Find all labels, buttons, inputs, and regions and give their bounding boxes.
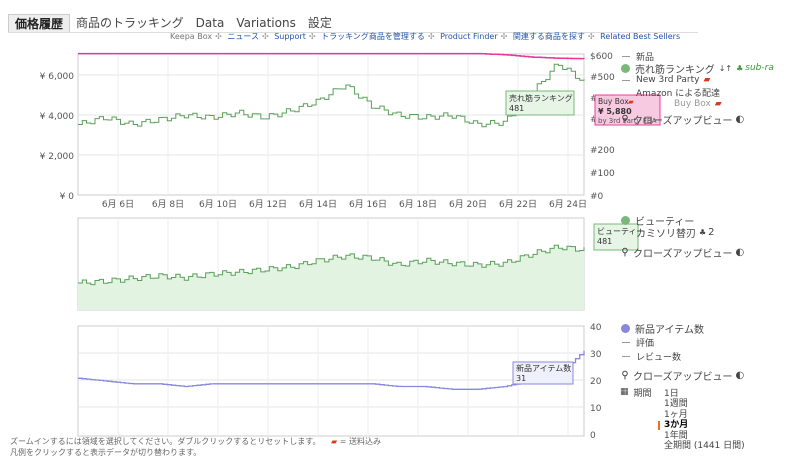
truck-icon: ▰ (331, 437, 338, 446)
right-tick: 0 (590, 431, 596, 441)
x-tick: 6月 20日 (449, 199, 487, 210)
closeup-view-2[interactable]: ⚲ クローズアップビュー ◐ (620, 246, 745, 260)
toggle-icon: ◐ (735, 113, 745, 125)
right-tick: 10 (590, 404, 602, 414)
sort-icon: ↓↑ (718, 63, 733, 73)
truck-icon: ▰ (703, 75, 711, 85)
legend-help-text: 凡例をクリックすると表示データが切り替わります。 (10, 448, 202, 457)
legend-razor[interactable]: カミソリ替刃 ♣ 2 (620, 226, 744, 240)
x-tick: 6月 8日 (152, 199, 184, 210)
offer-tooltip: 新品アイテム数 31 (512, 361, 574, 385)
x-tick: 6月 16日 (349, 199, 387, 210)
tab-price-history[interactable]: 価格履歴 (8, 14, 71, 32)
right-tick: #200 (590, 146, 615, 156)
toggle-icon: ◐ (735, 246, 745, 258)
magnifier-icon: ⚲ (621, 113, 629, 125)
hierarchy-icon: ♣ (699, 227, 707, 237)
left-tick: ¥ 4,000 (40, 112, 75, 122)
right-tick: 30 (590, 350, 602, 360)
x-axis: 6月 6日 6月 8日 6月 10日 6月 12日 6月 14日 6月 16日 … (102, 199, 587, 210)
right-tick: 40 (590, 323, 602, 333)
right-axis: $600 #500 #400 #300 #200 #100 #0 (590, 52, 615, 202)
x-tick: 6月 18日 (399, 199, 437, 210)
legend-amazon-shipping[interactable]: Amazon による配達 (620, 86, 774, 99)
offer-tooltip-label: 新品アイテム数 (516, 363, 571, 373)
legend-new-3rd-party[interactable]: New 3rd Party ▰ (620, 74, 774, 86)
magnifier-icon: ⚲ (621, 246, 629, 258)
tab-tracking[interactable]: 商品のトラッキング (70, 14, 190, 32)
legend-sales-rank[interactable]: 売れ筋ランキング ↓↑ ♣ sub-ra (620, 62, 774, 76)
calendar-icon: ▦ (620, 387, 629, 397)
price-legend: 新品 売れ筋ランキング ↓↑ ♣ sub-ra New 3rd Party ▰ A… (620, 50, 774, 127)
x-tick: 6月 10日 (199, 199, 237, 210)
x-tick: 6月 12日 (249, 199, 287, 210)
right-tick: #0 (590, 192, 604, 202)
rank-tooltip: 売れ筋ランキング 481 (505, 90, 575, 116)
right-tick: $600 (590, 52, 613, 62)
period-3m[interactable]: 3か月 (658, 420, 745, 431)
period-all[interactable]: 全期間 (1441 日間) (664, 441, 745, 451)
period-1d[interactable]: 1日 (664, 389, 745, 399)
period-1w[interactable]: 1週間 (664, 399, 745, 409)
period-1m[interactable]: 1ヶ月 (664, 410, 745, 420)
rank-tooltip-label: 売れ筋ランキング (509, 93, 573, 103)
category-legend: ビューティー カミソリ替刃 ♣ 2 ⚲ クローズアップビュー ◐ (620, 214, 745, 260)
tab-data[interactable]: Data (190, 14, 231, 32)
x-tick: 6月 24日 (549, 199, 587, 210)
left-tick: ¥ 0 (60, 192, 75, 202)
beauty-tooltip-value: 481 (597, 237, 612, 246)
toggle-icon: ◐ (735, 369, 745, 381)
right-tick: #100 (590, 169, 615, 179)
legend-rating[interactable]: 評価 (620, 335, 744, 349)
period-1y[interactable]: 1年間 (664, 431, 745, 441)
zoom-help-text: ズームインするには領域を選択してください。ダブルクリックするとリセットします。 (10, 437, 321, 446)
left-axis: ¥ 6,000 ¥ 4,000 ¥ 2,000 ¥ 0 (40, 72, 75, 202)
right-tick: 20 (590, 377, 602, 387)
rank-tooltip-value: 481 (509, 104, 524, 113)
offer-legend: 新品アイテム数 評価 レビュー数 ⚲ クローズアップビュー ◐ ▦ 期間 (620, 321, 745, 399)
sub-rank-link[interactable]: sub-ra (745, 63, 774, 73)
x-tick: 6月 22日 (499, 199, 537, 210)
closeup-view-1[interactable]: ⚲ クローズアップビュー ◐ (620, 113, 774, 127)
shipping-included-text: = 送料込み (339, 437, 381, 446)
legend-new-offer-count[interactable]: 新品アイテム数 (620, 321, 744, 336)
legend-buybox[interactable]: Buy Box ▰ (620, 98, 774, 110)
new-offer-count-line (78, 350, 585, 390)
x-tick: 6月 14日 (299, 199, 337, 210)
footer-help: ズームインするには領域を選択してください。ダブルクリックするとリセットします。 … (10, 436, 381, 458)
tab-variations[interactable]: Variations (230, 14, 302, 32)
hierarchy-icon: ♣ (736, 63, 744, 73)
closeup-view-3[interactable]: ⚲ クローズアップビュー ◐ (620, 368, 745, 383)
x-tick: 6月 6日 (102, 199, 134, 210)
left-tick: ¥ 2,000 (40, 152, 75, 162)
truck-icon: ▰ (714, 99, 722, 109)
right-tick: #500 (590, 73, 615, 83)
offer-tooltip-value: 31 (516, 374, 526, 383)
tab-settings[interactable]: 設定 (302, 14, 338, 32)
magnifier-icon: ⚲ (621, 369, 629, 381)
left-tick: ¥ 6,000 (40, 72, 75, 82)
period-selector: 1日 1週間 1ヶ月 3か月 1年間 全期間 (1441 日間) (658, 389, 745, 451)
legend-reviews[interactable]: レビュー数 (620, 349, 744, 363)
right-axis: 40 30 20 10 0 (590, 323, 602, 441)
beauty-area (78, 245, 584, 310)
